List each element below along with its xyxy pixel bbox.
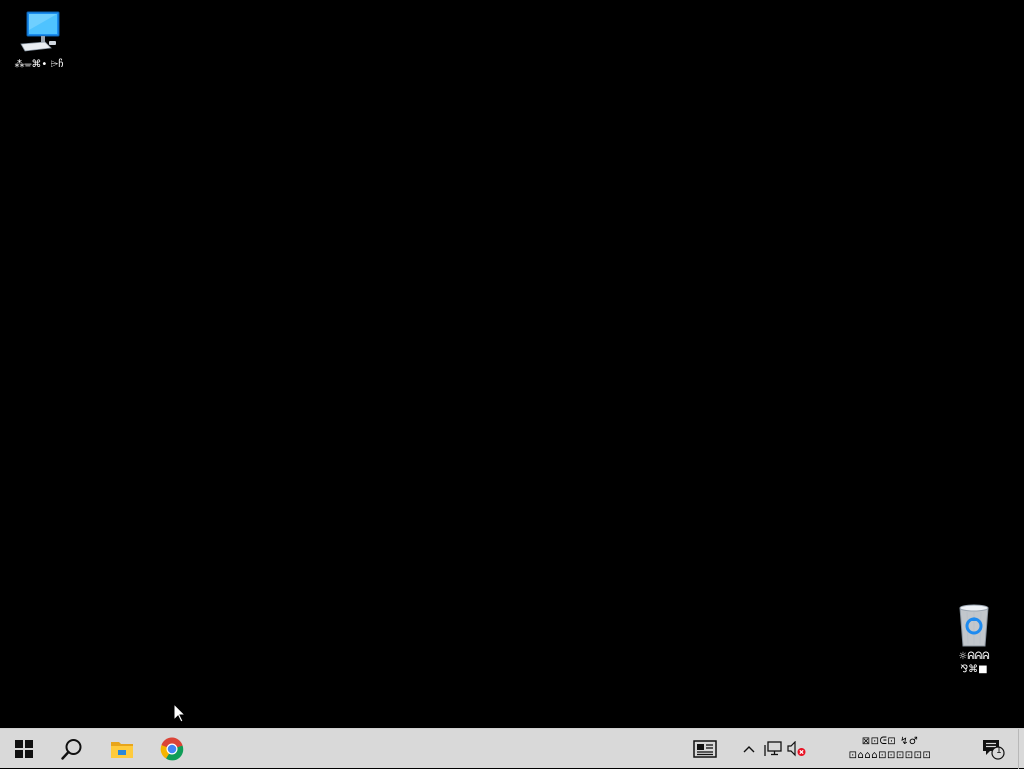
recycle-bin-shortcut[interactable]: ☼ᕱᕱᕱ ⅋⌘■ [936, 600, 1012, 676]
volume-button[interactable] [786, 729, 808, 769]
this-pc-label: ⁂ᚚ⌘• ⌲ჩ [14, 59, 64, 70]
notification-count: 1 [996, 746, 1002, 756]
volume-muted-icon [787, 741, 806, 757]
file-explorer-button[interactable] [98, 729, 146, 769]
mouse-pointer-icon [174, 704, 186, 723]
chrome-icon [160, 737, 184, 761]
windows-logo-icon [15, 740, 33, 758]
this-pc-shortcut[interactable]: ⁂ᚚ⌘• ⌲ჩ [1, 8, 77, 71]
search-button[interactable] [48, 729, 96, 769]
recycle-bin-label: ☼ᕱᕱᕱ ⅋⌘■ [958, 651, 990, 675]
action-center-button[interactable]: 1 [978, 729, 1008, 769]
taskbar: ⊠⊡ᕮ⊡ ↯♂ ⊡⌂⌂⌂⊡⊡⊡⊡⊡⊡ 1 [0, 728, 1024, 769]
news-widget-button[interactable] [686, 729, 724, 769]
desktop[interactable]: ⁂ᚚ⌘• ⌲ჩ ☼ᕱᕱᕱ ⅋⌘■ [0, 0, 1024, 728]
computer-icon [20, 11, 60, 52]
chrome-button[interactable] [148, 729, 196, 769]
start-button[interactable] [0, 729, 48, 769]
recycle-bin-icon [959, 604, 989, 647]
clock[interactable]: ⊠⊡ᕮ⊡ ↯♂ ⊡⌂⌂⌂⊡⊡⊡⊡⊡⊡ [816, 729, 964, 769]
clock-date: ⊡⌂⌂⌂⊡⊡⊡⊡⊡⊡ [848, 750, 932, 761]
file-explorer-icon [111, 742, 133, 758]
show-desktop-button[interactable] [1018, 729, 1024, 769]
network-button[interactable] [762, 729, 784, 769]
search-icon [61, 739, 82, 760]
show-hidden-icons-button[interactable] [738, 729, 760, 769]
clock-time: ⊠⊡ᕮ⊡ ↯♂ [861, 736, 919, 747]
chevron-up-icon [743, 746, 755, 753]
network-icon [764, 741, 782, 756]
news-widget-icon [693, 740, 717, 758]
